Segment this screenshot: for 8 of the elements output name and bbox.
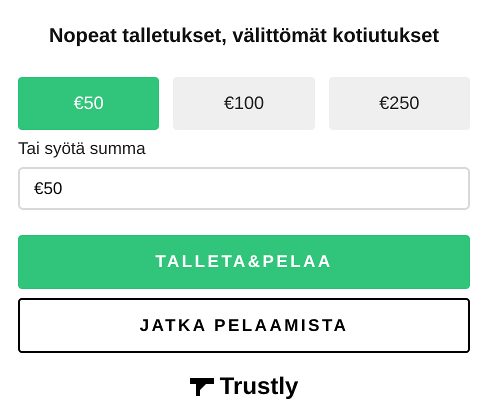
amount-field[interactable]: €50 (18, 167, 470, 210)
logo-icon (190, 378, 214, 396)
continue-button[interactable]: JATKA PELAAMISTA (18, 298, 470, 353)
heading: Nopeat talletukset, välittömät kotiutukset (48, 24, 440, 49)
brand-name: Trustly (220, 373, 298, 401)
amount-option[interactable]: €250 (328, 77, 470, 130)
field-label: Tai syötä summa (18, 138, 147, 160)
amount-option[interactable]: €100 (173, 77, 315, 130)
